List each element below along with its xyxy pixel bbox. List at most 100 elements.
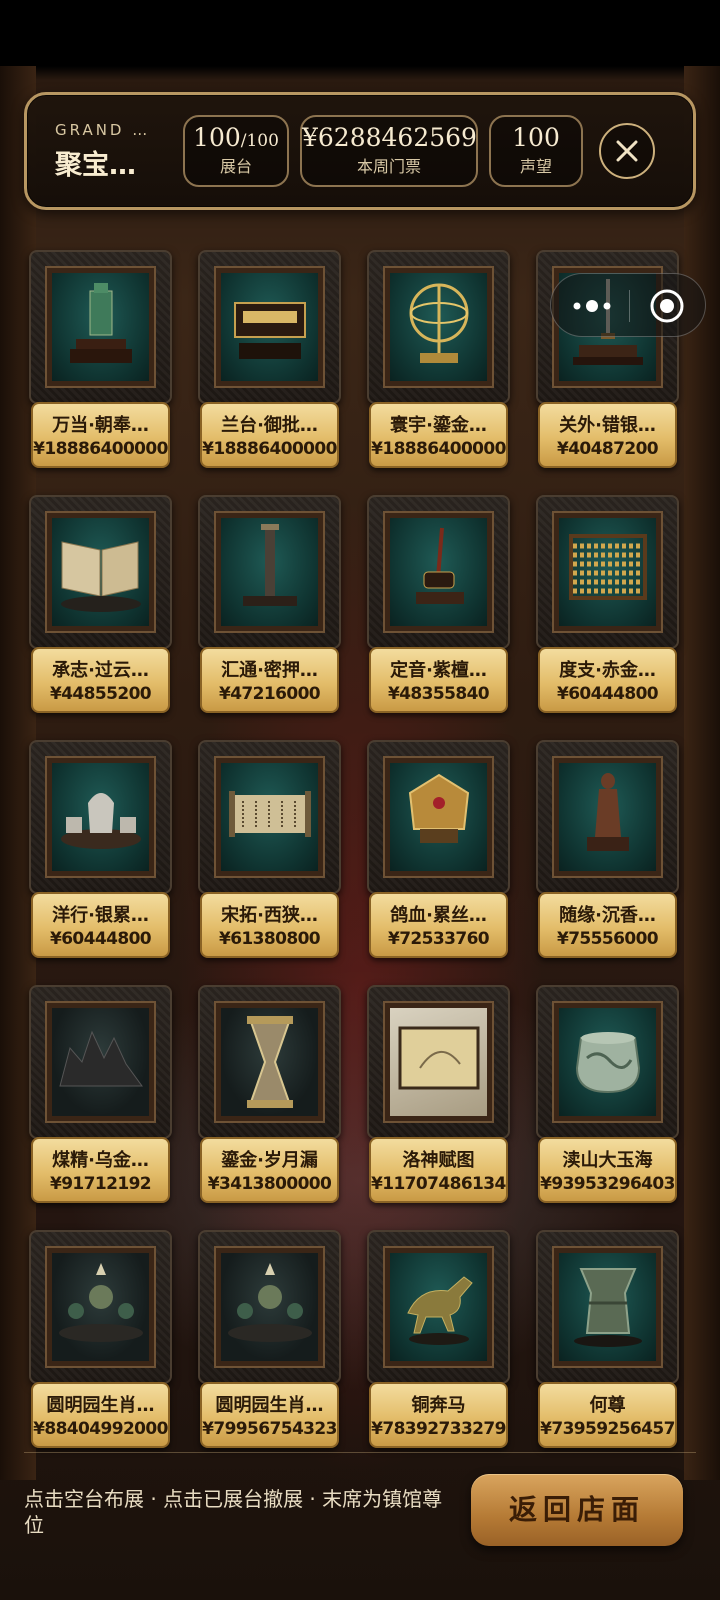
exhibit-nameplate: 万当·朝奉… ¥18886400000 <box>31 402 170 468</box>
exhibit-name: 兰台·御批… <box>221 415 318 436</box>
exhibit-name: 定音·紫檀… <box>390 660 487 681</box>
exhibit-card[interactable]: 圆明园生肖… ¥88404992000 <box>29 1230 172 1452</box>
exhibit-name: 寰宇·鎏金… <box>390 415 487 436</box>
exhibit-card[interactable]: 渎山大玉海 ¥93953296403 <box>536 985 679 1207</box>
exhibit-frame <box>198 1230 341 1384</box>
exhibit-name: 关外·错银… <box>559 415 656 436</box>
scroll-artifact <box>229 791 311 837</box>
exhibit-card[interactable]: 圆明园生肖… ¥79956754323 <box>198 1230 341 1452</box>
exhibit-price: ¥88404992000 <box>33 1419 168 1439</box>
exhibit-price: ¥18886400000 <box>371 439 506 459</box>
exhibit-nameplate: 兰台·御批… ¥18886400000 <box>200 402 339 468</box>
exhibit-name: 渎山大玉海 <box>562 1150 653 1171</box>
exhibit-nameplate: 承志·过云… ¥44855200 <box>31 647 170 713</box>
exhibit-nameplate: 何尊 ¥73959256457 <box>538 1382 677 1448</box>
bronze-horse-artifact <box>407 1276 473 1345</box>
exhibit-image <box>214 511 325 633</box>
return-to-shop-button[interactable]: 返回店面 <box>471 1474 683 1546</box>
exhibit-card[interactable]: 宋拓·西狭… ¥61380800 <box>198 740 341 962</box>
stat-booths-max: /100 <box>240 131 279 151</box>
stat-reputation: 100 声望 <box>489 115 583 187</box>
exhibit-name: 万当·朝奉… <box>52 415 149 436</box>
exhibit-card[interactable]: 寰宇·鎏金… ¥18886400000 <box>367 250 510 472</box>
tea-set-artifact <box>61 793 141 849</box>
stat-reputation-label: 声望 <box>519 157 552 176</box>
statue-artifact <box>587 773 629 851</box>
exhibit-card[interactable]: 洛神赋图 ¥117074861342 <box>367 985 510 1207</box>
exhibit-card[interactable]: 定音·紫檀… ¥48355840 <box>367 495 510 717</box>
exhibit-name: 鎏金·岁月漏 <box>221 1150 318 1171</box>
exhibit-card[interactable]: 度支·赤金… ¥60444800 <box>536 495 679 717</box>
exhibit-image <box>383 1001 494 1123</box>
exhibit-price: ¥91712192 <box>49 1174 152 1194</box>
exhibit-name: 度支·赤金… <box>559 660 656 681</box>
exhibit-nameplate: 圆明园生肖… ¥79956754323 <box>200 1382 339 1448</box>
abacus-artifact <box>569 534 647 600</box>
gavel-artifact <box>416 527 464 604</box>
exhibit-card[interactable]: 煤精·乌金… ¥91712192 <box>29 985 172 1207</box>
armillary-artifact <box>409 283 469 363</box>
exhibit-frame <box>367 495 510 649</box>
exhibit-name: 洛神赋图 <box>402 1150 475 1171</box>
exhibit-card[interactable]: 鎏金·岁月漏 ¥3413800000 <box>198 985 341 1207</box>
exhibit-name: 煤精·乌金… <box>52 1150 149 1171</box>
exhibit-price: ¥40487200 <box>556 439 659 459</box>
exhibit-frame <box>29 1230 172 1384</box>
exhibit-card[interactable]: 洋行·银累… ¥60444800 <box>29 740 172 962</box>
target-circle-icon[interactable] <box>649 288 685 324</box>
crown-artifact <box>408 773 470 843</box>
exhibit-card[interactable]: 鸽血·累丝… ¥72533760 <box>367 740 510 962</box>
exhibit-card[interactable]: 承志·过云… ¥44855200 <box>29 495 172 717</box>
stat-reputation-value: 100 <box>512 123 560 152</box>
more-dots-icon[interactable] <box>571 292 617 320</box>
exhibit-frame <box>367 985 510 1139</box>
exhibit-card[interactable]: 兰台·御批… ¥18886400000 <box>198 250 341 472</box>
footer-divider <box>24 1452 696 1453</box>
exhibit-price: ¥75556000 <box>556 929 659 949</box>
exhibit-frame <box>29 985 172 1139</box>
exhibit-card[interactable]: 何尊 ¥73959256457 <box>536 1230 679 1452</box>
capsule-separator <box>629 290 630 322</box>
exhibit-price: ¥73959256457 <box>540 1419 675 1439</box>
jade-jar-artifact <box>575 1032 641 1094</box>
status-bar-area <box>0 0 720 66</box>
exhibit-image <box>45 756 156 878</box>
jade-vase-artifact <box>70 283 132 363</box>
exhibit-frame <box>536 985 679 1139</box>
exhibit-card[interactable]: 万当·朝奉… ¥18886400000 <box>29 250 172 472</box>
exhibit-name: 洋行·银累… <box>52 905 149 926</box>
exhibit-card[interactable]: 铜奔马 ¥78392733279 <box>367 1230 510 1452</box>
exhibit-price: ¥3413800000 <box>207 1174 332 1194</box>
exhibit-card[interactable]: 随缘·沉香… ¥75556000 <box>536 740 679 962</box>
instruction-hint: 点击空台布展 · 点击已展台撤展 · 末席为镇馆尊位 <box>24 1487 443 1537</box>
stat-weekly-tickets: ¥6288462569 本周门票 <box>300 115 478 187</box>
stat-booths-value: 100 <box>193 123 241 152</box>
chest-artifact <box>234 302 306 359</box>
exhibit-name: 何尊 <box>589 1395 626 1416</box>
exhibit-card[interactable]: 汇通·密押… ¥47216000 <box>198 495 341 717</box>
painting-artifact <box>398 1026 480 1090</box>
exhibit-image <box>214 1246 325 1368</box>
exhibit-frame <box>536 740 679 894</box>
exhibit-image <box>214 1001 325 1123</box>
exhibit-image <box>383 1246 494 1368</box>
exhibit-image <box>552 511 663 633</box>
exhibit-nameplate: 汇通·密押… ¥47216000 <box>200 647 339 713</box>
bronze-vessel-artifact <box>574 1268 642 1347</box>
exhibit-image <box>214 756 325 878</box>
exhibit-frame <box>198 250 341 404</box>
exhibit-frame <box>536 1230 679 1384</box>
exhibit-image <box>383 756 494 878</box>
book-artifact <box>61 541 141 612</box>
exhibit-image <box>45 1246 156 1368</box>
close-button[interactable] <box>599 123 655 179</box>
exhibit-nameplate: 随缘·沉香… ¥75556000 <box>538 892 677 958</box>
exhibit-name: 鸽血·累丝… <box>390 905 487 926</box>
exhibit-price: ¥18886400000 <box>202 439 337 459</box>
exhibit-price: ¥93953296403 <box>540 1174 675 1194</box>
exhibit-price: ¥61380800 <box>218 929 321 949</box>
exhibit-image <box>214 266 325 388</box>
exhibit-nameplate: 鸽血·累丝… ¥72533760 <box>369 892 508 958</box>
exhibit-name: 圆明园生肖… <box>215 1395 324 1416</box>
miniprogram-capsule <box>550 273 706 337</box>
